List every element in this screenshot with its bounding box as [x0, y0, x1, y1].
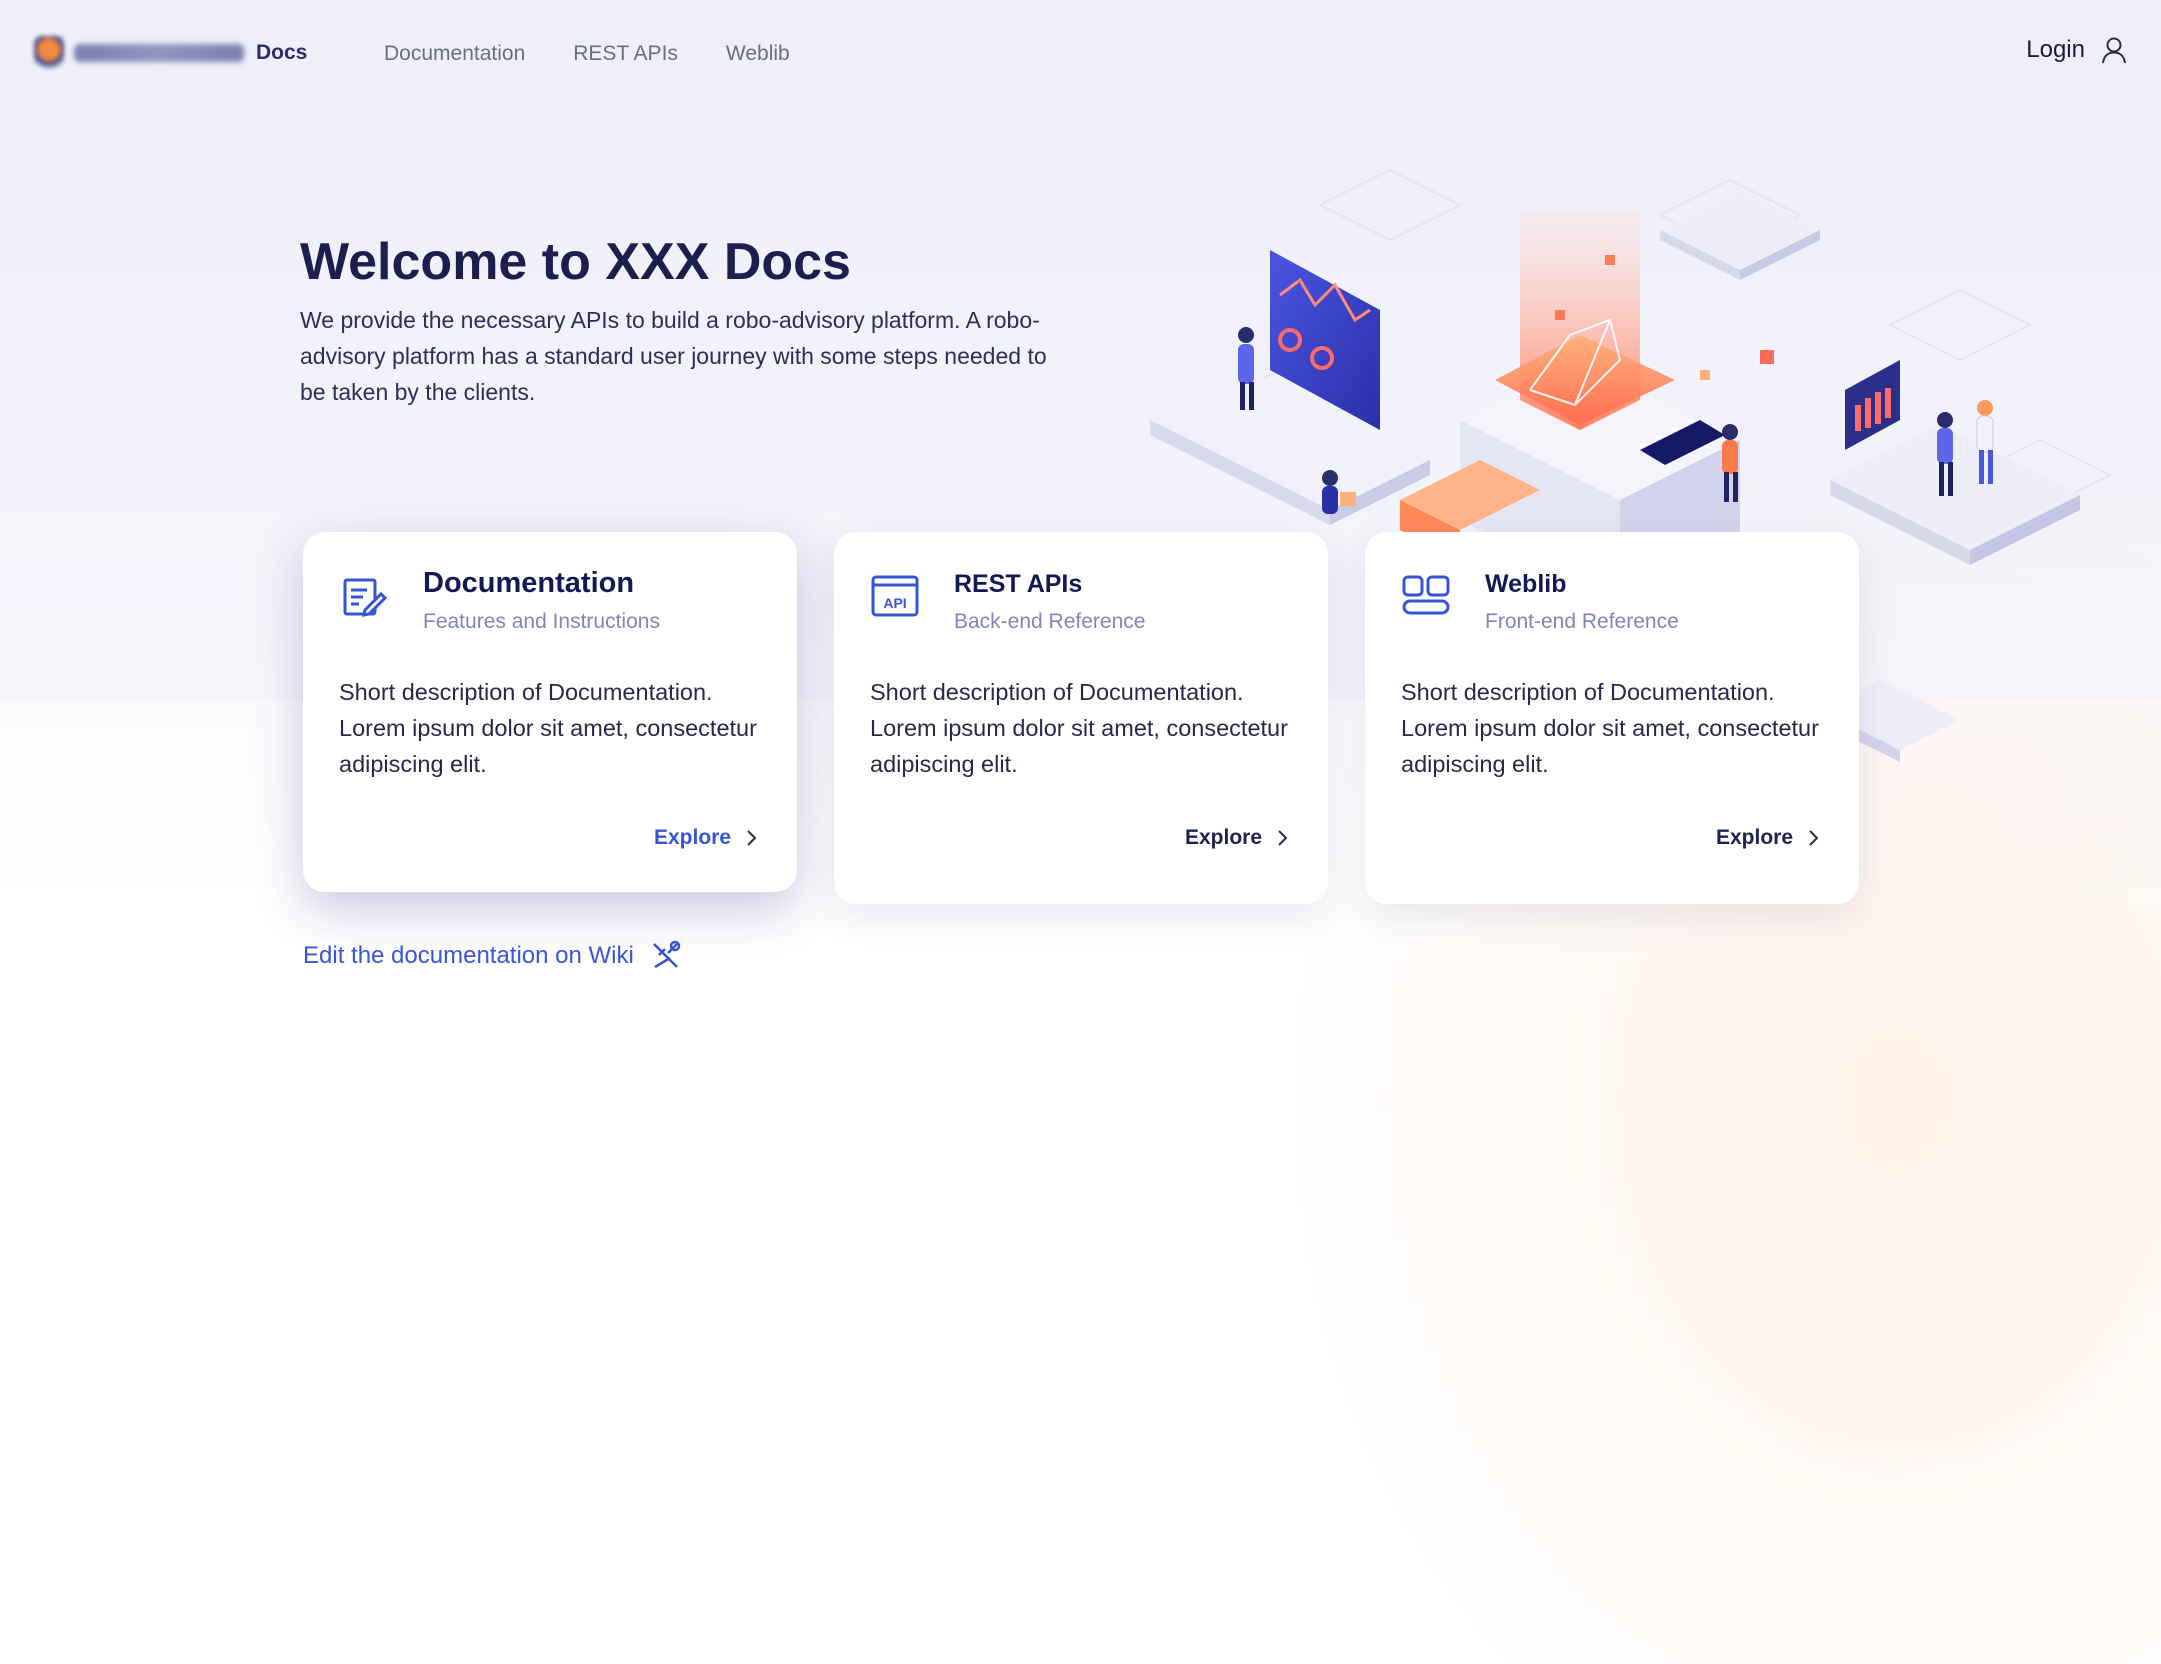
card-description: Short description of Documentation. Lore… — [339, 679, 757, 777]
nav-rest-apis[interactable]: REST APIs — [573, 42, 678, 66]
api-icon: API — [871, 575, 919, 617]
chevron-right-icon — [747, 830, 757, 846]
card-documentation[interactable]: Documentation Features and Instructions … — [303, 532, 797, 892]
user-icon — [2102, 37, 2126, 64]
nav-weblib[interactable]: Weblib — [726, 42, 790, 66]
card-subtitle: Back-end Reference — [954, 610, 1146, 633]
card-title: REST APIs — [954, 570, 1083, 598]
widgets-icon — [1402, 575, 1450, 615]
card-description: Short description of Documentation. Lore… — [870, 679, 1288, 777]
svg-text:API: API — [883, 595, 906, 611]
page-title: Welcome to XXX Docs — [300, 233, 851, 291]
card-title: Weblib — [1485, 570, 1567, 598]
explore-link[interactable]: Explore — [1185, 826, 1288, 850]
card-title: Documentation — [423, 567, 635, 599]
logo-mark-icon — [34, 36, 64, 70]
explore-link[interactable]: Explore — [654, 826, 757, 850]
card-rest-apis[interactable]: API REST APIs Back-end Reference Short d… — [834, 532, 1328, 904]
nav-documentation[interactable]: Documentation — [384, 42, 525, 66]
card-weblib[interactable]: Weblib Front-end Reference Short descrip… — [1365, 532, 1859, 904]
wiki-link-label: Edit the documentation on Wiki — [303, 942, 634, 969]
chevron-right-icon — [1278, 830, 1288, 846]
logo-docs-label: Docs — [256, 41, 308, 64]
main-nav: Documentation REST APIs Weblib — [384, 42, 790, 66]
edit-on-wiki-link[interactable]: Edit the documentation on Wiki — [303, 940, 682, 972]
card-subtitle: Features and Instructions — [423, 610, 660, 633]
explore-label: Explore — [653, 826, 731, 849]
explore-link[interactable]: Explore — [1716, 826, 1819, 850]
top-navbar: Docs Documentation REST APIs Weblib Logi… — [0, 0, 2161, 110]
login-button[interactable]: Login — [2026, 36, 2127, 64]
chevron-right-icon — [1809, 830, 1819, 846]
logo-wordmark — [74, 44, 244, 62]
login-label: Login — [2026, 36, 2085, 63]
explore-label: Explore — [1184, 826, 1262, 849]
card-subtitle: Front-end Reference — [1485, 610, 1679, 633]
document-edit-icon — [343, 578, 388, 617]
tools-icon — [652, 940, 681, 969]
card-description: Short description of Documentation. Lore… — [1401, 679, 1819, 777]
hero-description: We provide the necessary APIs to build a… — [300, 307, 1047, 405]
explore-label: Explore — [1715, 826, 1793, 849]
brand-logo[interactable]: Docs — [34, 36, 307, 70]
